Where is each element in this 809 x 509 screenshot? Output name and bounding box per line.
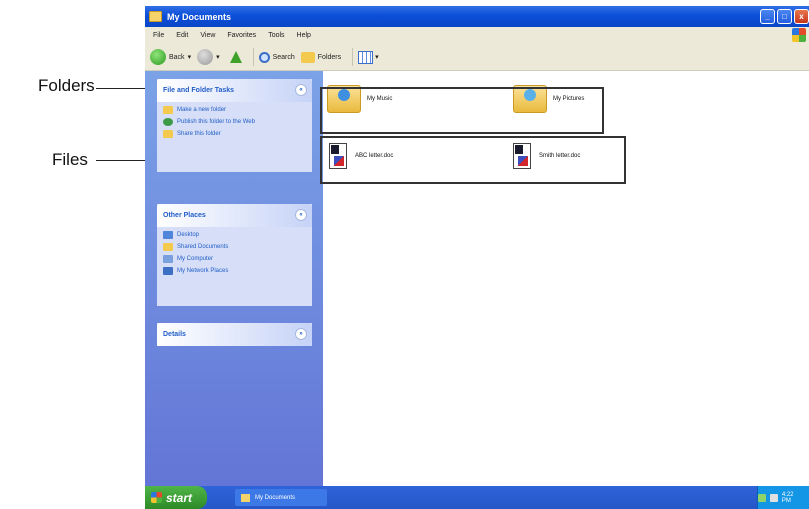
menu-edit[interactable]: Edit: [176, 32, 188, 39]
files-callout-label: Files: [52, 150, 88, 169]
maximize-button[interactable]: □: [777, 9, 792, 24]
system-tray: 4:22 PM: [757, 486, 809, 509]
panel-body: Make a new folder Publish this folder to…: [157, 102, 312, 148]
collapse-icon[interactable]: «: [295, 209, 307, 221]
new-folder-icon: [163, 106, 173, 114]
window-title: My Documents: [167, 11, 232, 22]
title-bar[interactable]: My Documents _ □ x: [145, 6, 809, 27]
panel-title: Other Places: [163, 212, 206, 219]
desktop-icon: [163, 231, 173, 239]
views-button[interactable]: ▾: [358, 50, 379, 64]
explorer-window: My Documents _ □ x File Edit View Favori…: [145, 6, 809, 486]
volume-tray-icon[interactable]: [769, 493, 778, 502]
place-label: My Computer: [177, 256, 214, 262]
expand-icon[interactable]: »: [295, 328, 307, 340]
windows-logo-icon: [792, 28, 806, 42]
close-button[interactable]: x: [794, 9, 809, 24]
chevron-down-icon: ▾: [375, 54, 379, 61]
back-label: Back: [169, 53, 185, 61]
back-arrow-icon: [150, 49, 166, 65]
place-my-network-places[interactable]: My Network Places: [163, 267, 306, 275]
details-panel: Details »: [157, 323, 312, 346]
files-highlight-box: [320, 136, 626, 184]
search-icon: [258, 51, 270, 63]
task-share-folder[interactable]: Share this folder: [163, 130, 306, 138]
folder-icon: [241, 493, 250, 502]
menu-view[interactable]: View: [200, 32, 215, 39]
place-label: Shared Documents: [177, 244, 229, 250]
taskbar-window-label: My Documents: [255, 494, 296, 501]
details-header[interactable]: Details »: [157, 323, 312, 346]
computer-icon: [163, 255, 173, 263]
folder-icon: [149, 11, 162, 22]
share-folder-icon: [163, 130, 173, 138]
folders-icon: [300, 51, 315, 63]
folders-callout-label: Folders: [38, 76, 95, 95]
clock: 4:22 PM: [781, 491, 794, 504]
toolbar-separator: [352, 48, 354, 66]
up-folder-button[interactable]: [229, 51, 242, 63]
place-my-computer[interactable]: My Computer: [163, 255, 306, 263]
menu-file[interactable]: File: [153, 32, 164, 39]
toolbar-separator: [252, 48, 254, 66]
chevron-down-icon: ▾: [187, 54, 192, 61]
panel-title: File and Folder Tasks: [163, 87, 235, 94]
file-list: My Music My Pictures ABC letter.doc Smit…: [320, 71, 809, 486]
menu-tools[interactable]: Tools: [268, 32, 284, 39]
task-pane: File and Folder Tasks « Make a new folde…: [145, 71, 323, 486]
file-folder-tasks-header[interactable]: File and Folder Tasks «: [157, 79, 312, 102]
back-button[interactable]: Back ▾: [145, 49, 191, 65]
network-tray-icon[interactable]: [758, 493, 766, 502]
other-places-panel: Other Places « Desktop Shared Documents …: [157, 204, 312, 306]
taskbar: start My Documents 4:22 PM: [145, 486, 809, 509]
menu-bar: File Edit View Favorites Tools Help: [145, 27, 809, 44]
forward-button[interactable]: ▾: [197, 49, 220, 65]
place-desktop[interactable]: Desktop: [163, 231, 306, 239]
search-label: Search: [272, 53, 295, 61]
start-button[interactable]: start: [145, 486, 207, 509]
panel-body: Desktop Shared Documents My Computer My …: [157, 227, 312, 285]
menu-favorites[interactable]: Favorites: [227, 32, 256, 39]
start-label: start: [166, 490, 193, 505]
folders-button[interactable]: Folders: [300, 51, 342, 63]
folders-highlight-box: [320, 87, 604, 134]
place-shared-documents[interactable]: Shared Documents: [163, 243, 306, 251]
task-make-new-folder[interactable]: Make a new folder: [163, 106, 306, 114]
minimize-button[interactable]: _: [760, 9, 775, 24]
toolbar: Back ▾ ▾ Search Folders ▾: [145, 44, 809, 71]
views-icon: [358, 50, 374, 64]
task-label: Share this folder: [177, 131, 221, 137]
windows-flag-icon: [151, 492, 162, 503]
forward-arrow-icon: [197, 49, 214, 65]
network-icon: [163, 267, 173, 275]
file-folder-tasks-panel: File and Folder Tasks « Make a new folde…: [157, 79, 312, 172]
collapse-icon[interactable]: «: [295, 84, 307, 96]
task-publish-folder[interactable]: Publish this folder to the Web: [163, 118, 306, 126]
search-button[interactable]: Search: [258, 51, 295, 63]
shared-folder-icon: [163, 243, 173, 251]
up-arrow-icon: [229, 51, 242, 63]
folders-label: Folders: [317, 53, 342, 61]
other-places-header[interactable]: Other Places «: [157, 204, 312, 227]
chevron-down-icon: ▾: [216, 54, 220, 61]
window-controls: _ □ x: [760, 9, 809, 24]
panel-title: Details: [163, 331, 186, 338]
taskbar-window-button[interactable]: My Documents: [235, 489, 327, 506]
task-label: Make a new folder: [177, 107, 227, 113]
task-label: Publish this folder to the Web: [177, 119, 255, 125]
place-label: My Network Places: [177, 268, 229, 274]
place-label: Desktop: [177, 232, 200, 238]
globe-icon: [163, 118, 173, 126]
menu-help[interactable]: Help: [297, 32, 311, 39]
